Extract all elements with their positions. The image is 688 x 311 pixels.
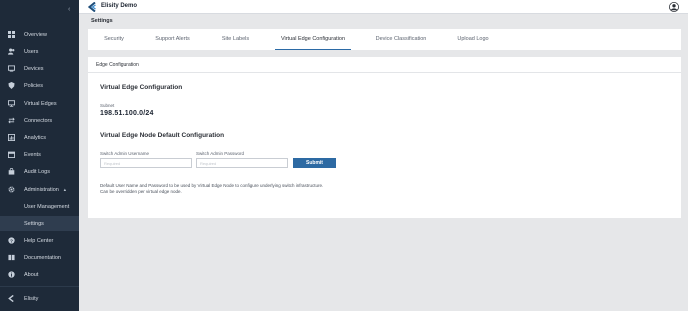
shield-icon [8, 82, 15, 89]
sidebar-divider [0, 286, 79, 287]
collapse-sidebar-icon[interactable]: ‹ [68, 6, 70, 13]
caret-up-icon: ▲ [62, 187, 67, 192]
chart-icon [8, 134, 15, 141]
sidebar-item-settings[interactable]: Settings [0, 216, 79, 231]
sidebar-item-analytics[interactable]: Analytics [0, 130, 79, 145]
node-section-title: Virtual Edge Node Default Configuration [100, 132, 225, 139]
password-label: Switch Admin Password [196, 151, 245, 156]
app-name: Elisity Demo [101, 3, 138, 9]
top-bar: Elisity Demo [79, 0, 688, 14]
sidebar-item-label: Elisity [24, 295, 39, 302]
tab-device-classification[interactable]: Device Classification [372, 29, 430, 50]
tab-support-alerts[interactable]: Support Alerts [150, 29, 195, 50]
username-label: Switch Admin Username [100, 151, 150, 156]
sidebar-item-virtual-edges[interactable]: Virtual Edges [0, 96, 79, 111]
sidebar-item-help-center[interactable]: ? Help Center [0, 233, 79, 248]
arrows-icon [8, 117, 15, 124]
sidebar-item-label: Policies [24, 82, 43, 89]
tab-security[interactable]: Security [99, 29, 129, 50]
user-avatar-icon[interactable] [669, 2, 679, 12]
tab-upload-logo[interactable]: Upload Logo [454, 29, 492, 50]
elisity-logo-icon [88, 2, 96, 12]
sidebar-item-label: Devices [24, 65, 44, 72]
sidebar-item-label: About [24, 271, 39, 278]
elisity-logo-icon [8, 295, 14, 302]
sidebar-item-label: Overview [24, 31, 47, 38]
sidebar-item-label: Settings [24, 220, 44, 227]
sidebar-item-label: Connectors [24, 117, 53, 124]
sidebar-item-label: Analytics [24, 134, 47, 141]
sidebar-item-policies[interactable]: Policies [0, 78, 79, 93]
sidebar-item-devices[interactable]: Devices [0, 61, 79, 76]
gear-icon [8, 186, 15, 193]
submit-button[interactable]: Submit [293, 158, 336, 168]
calendar-icon [8, 151, 15, 158]
sidebar-item-user-management[interactable]: User Management [0, 199, 79, 214]
edge-configuration-card: Edge Configuration Virtual Edge Configur… [88, 57, 681, 218]
help-icon: ? [8, 237, 15, 244]
subnet-label: Subnet [100, 103, 115, 108]
users-icon [8, 48, 15, 55]
grid-icon [8, 31, 15, 38]
sidebar-item-overview[interactable]: Overview [0, 27, 79, 42]
sidebar-item-about[interactable]: About [0, 267, 79, 282]
svg-text:?: ? [10, 238, 13, 244]
sidebar-item-label: Documentation [24, 254, 61, 261]
sidebar-item-elisity[interactable]: Elisity [0, 291, 79, 306]
settings-tabs: Security Support Alerts Site Labels Virt… [88, 29, 681, 50]
sidebar-item-administration[interactable]: Administration ▲ [0, 182, 79, 197]
section-title: Virtual Edge Configuration [100, 84, 183, 91]
switch-admin-username-input[interactable] [100, 158, 192, 168]
tab-site-labels[interactable]: Site Labels [218, 29, 253, 50]
sidebar-item-label: Administration [24, 186, 59, 193]
subnet-value: 198.51.100.0/24 [100, 110, 154, 117]
help-text: Default User Name and Password to be use… [100, 183, 324, 194]
sidebar-item-events[interactable]: Events [0, 147, 79, 162]
card-header: Edge Configuration [88, 57, 681, 73]
sidebar-item-documentation[interactable]: Documentation [0, 250, 79, 265]
sidebar-item-label: Virtual Edges [24, 100, 57, 107]
sidebar-item-label: Help Center [24, 237, 54, 244]
sidebar: ‹ Overview Users Devices Policies Virtua… [0, 0, 79, 311]
sidebar-item-label: User Management [24, 203, 70, 210]
sidebar-item-connectors[interactable]: Connectors [0, 113, 79, 128]
sidebar-item-label: Events [24, 151, 41, 158]
card-header-title: Edge Configuration [96, 62, 139, 68]
monitor-icon [8, 100, 15, 107]
sidebar-item-label: Audit Logs [24, 168, 50, 175]
bag-icon [8, 168, 15, 175]
info-icon [8, 271, 15, 278]
tab-virtual-edge-configuration[interactable]: Virtual Edge Configuration [275, 29, 351, 50]
sidebar-item-label: Users [24, 48, 39, 55]
book-icon [8, 254, 15, 261]
sidebar-item-users[interactable]: Users [0, 44, 79, 59]
page-title: Settings [91, 18, 113, 24]
switch-admin-password-input[interactable] [196, 158, 288, 168]
devices-icon [8, 65, 15, 72]
sidebar-item-audit-logs[interactable]: Audit Logs [0, 164, 79, 179]
